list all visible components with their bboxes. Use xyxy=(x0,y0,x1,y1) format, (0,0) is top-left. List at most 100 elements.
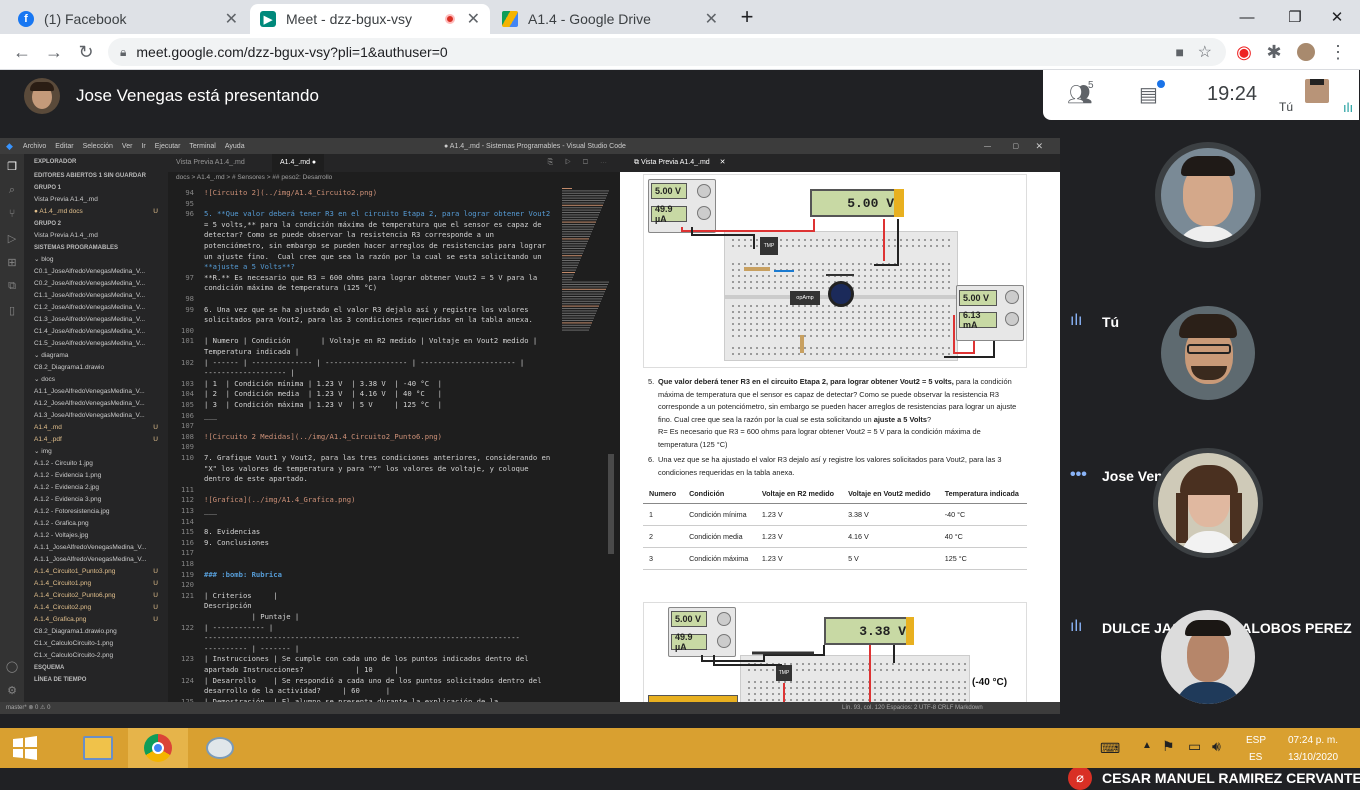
participant-tile[interactable]: ılı Tú xyxy=(1040,140,1360,330)
window-close-button[interactable]: ✕ xyxy=(1314,0,1360,34)
explorer-item[interactable]: A.1.2 - Circuito 1.jpg xyxy=(24,458,168,470)
explorer-item[interactable]: A.1.2 - Grafica.png xyxy=(24,518,168,530)
settings-icon[interactable]: ⚙ xyxy=(0,678,24,702)
code-line[interactable]: 104 | 2 | Condición media | 1.23 V | 4.16… xyxy=(168,389,558,400)
profile-avatar[interactable] xyxy=(1294,40,1318,64)
explorer-item[interactable]: A1.1_JoseAlfredoVenegasMedina_V... xyxy=(24,386,168,398)
network-icon[interactable]: ▭ xyxy=(1188,738,1201,755)
code-line[interactable]: 119 ### :bomb: Rubrica xyxy=(168,570,558,581)
explorer-item[interactable]: C1.5_JoseAlfredoVenegasMedina_V... xyxy=(24,338,168,350)
explorer-item[interactable]: A.1.4_Circuito2.png U xyxy=(24,602,168,614)
menu-item[interactable]: Ayuda xyxy=(225,143,245,150)
code-line[interactable]: 98 xyxy=(168,294,558,305)
menu-item[interactable]: Editar xyxy=(55,143,73,150)
code-line[interactable]: 107 xyxy=(168,421,558,432)
account-icon[interactable]: ◯ xyxy=(0,654,24,678)
star-icon[interactable]: ☆ xyxy=(1198,42,1212,62)
explorer-section-header[interactable]: EDITORES ABIERTOS 1 SIN GUARDAR xyxy=(24,170,168,182)
code-line[interactable]: ----------------------------------------… xyxy=(168,633,558,644)
scrollbar[interactable] xyxy=(608,454,614,554)
menu-item[interactable]: Ver xyxy=(122,143,133,150)
code-line[interactable]: 95 xyxy=(168,199,558,210)
run-icon[interactable]: ▷ xyxy=(0,226,24,250)
menu-item[interactable]: Ejecutar xyxy=(155,143,181,150)
close-icon[interactable]: ✕ xyxy=(720,159,726,166)
explorer-item[interactable]: ⌄ diagrama xyxy=(24,350,168,362)
code-line[interactable]: 109 xyxy=(168,442,558,453)
explorer-section-header[interactable]: LÍNEA DE TIEMPO xyxy=(24,674,168,686)
code-line[interactable]: 101 | Numero | Condición | Voltaje en R2 … xyxy=(168,336,558,347)
new-tab-button[interactable]: + xyxy=(730,0,764,34)
breadcrumb[interactable]: docs > A1.4_.md > # Sensores > ## peso2:… xyxy=(168,172,620,184)
search-icon[interactable]: ⌕ xyxy=(0,178,24,202)
reload-icon[interactable]: ↻ xyxy=(74,40,98,64)
keyboard-icon[interactable]: ⌨ xyxy=(1100,740,1120,757)
explorer-item[interactable]: C1.x_CalculoCircuito-1.png xyxy=(24,638,168,650)
code-line[interactable]: 120 xyxy=(168,580,558,591)
code-line[interactable]: un ajuste fino. Cual cree que sea la raz… xyxy=(168,252,558,263)
code-line[interactable]: dentro de este apartado. xyxy=(168,474,558,485)
branch-status[interactable]: master* ⊗ 0 ⚠ 0 xyxy=(6,702,50,714)
code-line[interactable]: 94 ![Circuito 2](../img/A1.4_Circuito2.pn… xyxy=(168,188,558,199)
code-line[interactable]: 105 | 3 | Condición máxima | 1.23 V | 5 V… xyxy=(168,400,558,411)
explorer-item[interactable]: ⌄ blog xyxy=(24,254,168,266)
code-line[interactable]: Descripción xyxy=(168,601,558,612)
tab-meet[interactable]: ▶ Meet - dzz-bgux-vsy ✕ xyxy=(250,4,490,34)
explorer-item[interactable]: A.1.2 - Evidencia 3.png xyxy=(24,494,168,506)
explorer-item[interactable]: ⌄ img xyxy=(24,446,168,458)
menu-icon[interactable]: ⋮ xyxy=(1326,40,1350,64)
explorer-item[interactable]: ● A1.4_.md docs U xyxy=(24,206,168,218)
chat-icon[interactable]: ▤ xyxy=(1139,82,1158,107)
code-area[interactable]: 94 ![Circuito 2](../img/A1.4_Circuito2.pn… xyxy=(168,188,620,706)
code-line[interactable]: 100 xyxy=(168,326,558,337)
code-line[interactable]: Temperatura indicada | xyxy=(168,347,558,358)
extensions-icon[interactable]: ✱ xyxy=(1262,40,1286,64)
explorer-item[interactable]: A.1.2 - Evidencia 1.png xyxy=(24,470,168,482)
code-line[interactable]: 115 8. Evidencias xyxy=(168,527,558,538)
maximize-button[interactable]: ▢ xyxy=(1012,142,1019,150)
explorer-item[interactable]: C1.x_CalculoCircuito-2.png xyxy=(24,650,168,662)
menu-item[interactable]: Terminal xyxy=(189,143,215,150)
code-line[interactable]: 103 | 1 | Condición mínima | 1.23 V | 3.3… xyxy=(168,379,558,390)
code-line[interactable]: apartado Instrucciones? | 10 | xyxy=(168,665,558,676)
code-line[interactable]: 114 xyxy=(168,517,558,528)
close-icon[interactable]: ✕ xyxy=(467,9,480,29)
code-line[interactable]: 117 xyxy=(168,548,558,559)
remote-icon[interactable]: ⧉ xyxy=(0,274,24,298)
explorer-item[interactable]: A.1.2 - Voltajes.jpg xyxy=(24,530,168,542)
explorer-item[interactable]: A.1.1_JoseAlfredoVenegasMedina_V... xyxy=(24,542,168,554)
volume-icon[interactable]: 🔊︎ xyxy=(1212,738,1221,755)
extensions-icon[interactable]: ⊞ xyxy=(0,250,24,274)
camera-icon[interactable]: ■ xyxy=(1176,44,1184,60)
code-line[interactable]: 122 | ------------ | xyxy=(168,623,558,634)
preview-tab[interactable]: ⧉ Vista Previa A1.4_.md ✕ xyxy=(620,154,1060,172)
code-line[interactable]: 106 ___ xyxy=(168,411,558,422)
clock-time[interactable]: 07:24 p. m. xyxy=(1282,735,1344,746)
explorer-item[interactable]: ⌄ docs xyxy=(24,374,168,386)
explorer-item[interactable]: A1.4_.pdf U xyxy=(24,434,168,446)
explorer-item[interactable]: C0.1_JoseAlfredoVenegasMedina_V... xyxy=(24,266,168,278)
code-line[interactable]: 108 ![Circuito 2 Medidas](../img/A1.4_Cir… xyxy=(168,432,558,443)
explorer-item[interactable]: A1.3_JoseAlfredoVenegasMedina_V... xyxy=(24,410,168,422)
code-line[interactable]: potenciómetro, sin embargo se pueden hac… xyxy=(168,241,558,252)
explorer-item[interactable]: C8.2_Diagrama1.drawio xyxy=(24,362,168,374)
minimize-button[interactable]: — xyxy=(1224,0,1270,34)
explorer-item[interactable]: C0.2_JoseAlfredoVenegasMedina_V... xyxy=(24,278,168,290)
menu-item[interactable]: Selección xyxy=(83,143,113,150)
code-line[interactable]: 113 ___ xyxy=(168,506,558,517)
code-line[interactable]: ------------------- | xyxy=(168,368,558,379)
close-icon[interactable]: ✕ xyxy=(705,9,718,29)
explorer-item[interactable]: Vista Previa A1.4_.md xyxy=(24,194,168,206)
menu-item[interactable]: Archivo xyxy=(23,143,46,150)
forward-icon[interactable]: → xyxy=(42,40,66,64)
bookmark-icon[interactable]: ▯ xyxy=(0,298,24,322)
code-line[interactable]: 124 | Desarrollo | Se respondió a cada un… xyxy=(168,676,558,687)
code-line[interactable]: 121 | Criterios | xyxy=(168,591,558,602)
code-line[interactable]: 97 **R.** Es necesario que R3 = 600 ohms … xyxy=(168,273,558,284)
code-line[interactable]: = 5 volts,** para la condición máxima de… xyxy=(168,220,558,231)
menu-item[interactable]: Ir xyxy=(141,143,145,150)
explorer-section-header[interactable]: ESQUEMA xyxy=(24,662,168,674)
close-icon[interactable]: ✕ xyxy=(225,9,238,29)
file-explorer-button[interactable] xyxy=(68,728,128,768)
code-line[interactable]: 102 | ------ | -------------- | ---------… xyxy=(168,358,558,369)
